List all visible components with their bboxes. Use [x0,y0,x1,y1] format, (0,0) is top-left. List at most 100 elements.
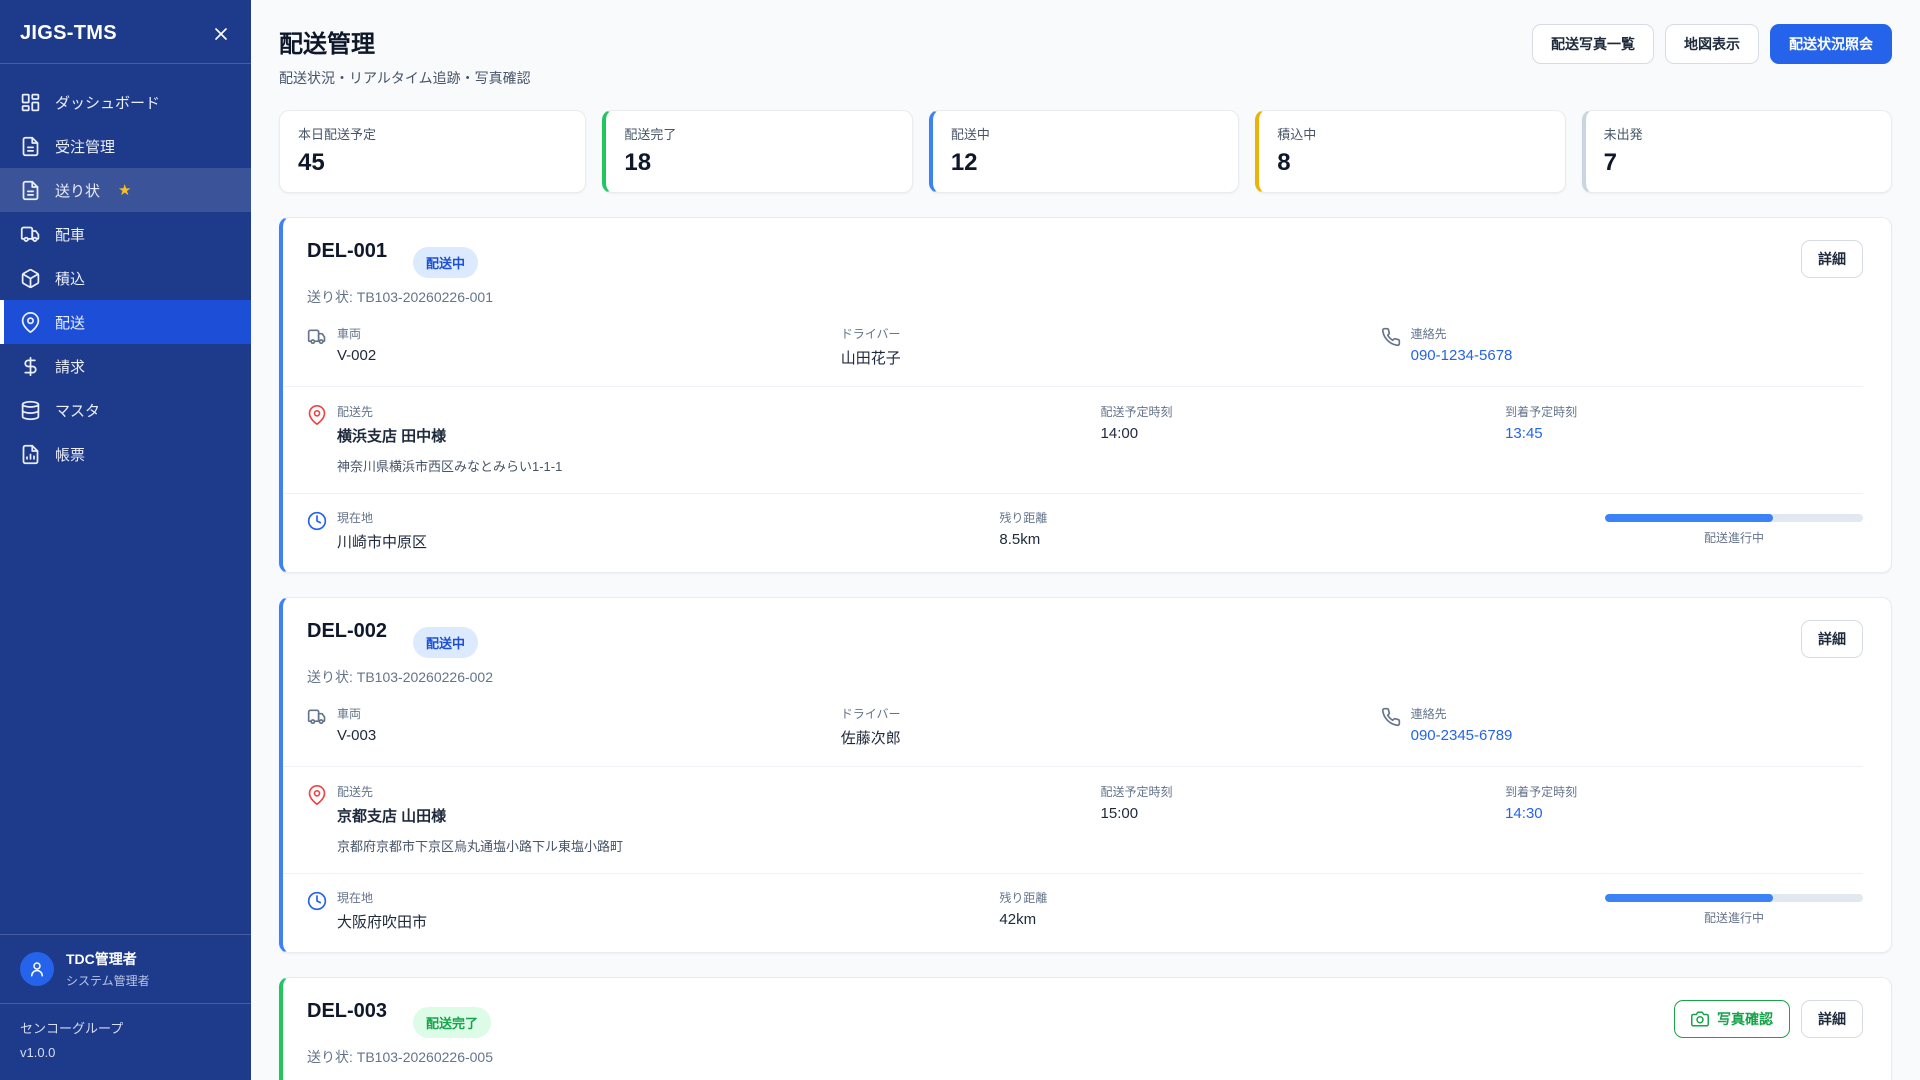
phone-icon [1381,325,1401,364]
current-location-value: 大阪府吹田市 [337,911,427,932]
destination-value: 横浜支店 田中様 [337,425,562,446]
camera-icon [1691,1010,1709,1028]
scheduled-time-value: 14:00 [1101,425,1506,442]
stat-card-not-departed: 未出発 7 [1582,110,1892,193]
stat-value: 8 [1277,149,1546,177]
sidebar-item-loading[interactable]: 積込 [0,256,251,300]
destination-value: 京都支店 山田様 [337,805,623,826]
progress-bar-fill [1605,514,1773,522]
remaining-distance-label: 残り距離 [999,889,1605,906]
delivery-status-button[interactable]: 配送状況照会 [1770,24,1892,64]
sidebar-item-label: マスタ [55,400,100,421]
remaining-distance-value: 8.5km [999,531,1605,548]
stat-card-in-transit: 配送中 12 [929,110,1239,193]
driver-label: ドライバー [841,325,901,342]
remaining-distance-label: 残り距離 [999,509,1605,526]
package-icon [20,268,41,289]
truck-icon [307,325,327,364]
clock-icon [307,889,327,932]
sidebar-footer: センコーグループ v1.0.0 [0,1003,251,1080]
sidebar-item-label: 配送 [55,312,85,333]
destination-address: 神奈川県横浜市西区みなとみらい1-1-1 [337,456,562,475]
page-subtitle: 配送状況・リアルタイム追跡・写真確認 [279,68,531,88]
clock-icon [307,509,327,552]
document-icon [20,136,41,157]
waybill-number: 送り状: TB103-20260226-001 [307,287,493,307]
contact-label: 連絡先 [1411,325,1513,342]
sidebar-nav: ダッシュボード 受注管理 送り状 ★ 配車 積込 配送 請求 マス [0,64,251,934]
sidebar-item-label: 積込 [55,268,85,289]
main-content: 配送管理 配送状況・リアルタイム追跡・写真確認 配送写真一覧 地図表示 配送状況… [251,0,1920,1080]
stat-value: 18 [624,149,893,177]
sidebar: JIGS-TMS ダッシュボード 受注管理 送り状 ★ 配車 積込 [0,0,251,1080]
sidebar-item-waybill[interactable]: 送り状 ★ [0,168,251,212]
delivery-card-del-002: DEL-002 配送中 送り状: TB103-20260226-002 詳細 車… [279,597,1892,953]
page-header: 配送管理 配送状況・リアルタイム追跡・写真確認 配送写真一覧 地図表示 配送状況… [279,24,1892,88]
scheduled-time-label: 配送予定時刻 [1101,783,1506,800]
stat-card-completed: 配送完了 18 [602,110,912,193]
detail-button[interactable]: 詳細 [1801,240,1863,278]
waybill-number: 送り状: TB103-20260226-002 [307,667,493,687]
sidebar-item-label: 受注管理 [55,136,115,157]
scheduled-time-label: 配送予定時刻 [1101,403,1506,420]
stat-card-loading: 積込中 8 [1255,110,1565,193]
photo-confirm-label: 写真確認 [1717,1009,1773,1029]
map-pin-icon [20,312,41,333]
dashboard-icon [20,92,41,113]
map-pin-icon [307,783,327,855]
sidebar-item-reports[interactable]: 帳票 [0,432,251,476]
delivery-progress: 配送進行中 [1605,509,1863,546]
photo-confirm-button[interactable]: 写真確認 [1674,1000,1790,1038]
destination-label: 配送先 [337,783,623,800]
app-version: v1.0.0 [20,1041,231,1064]
sidebar-item-delivery[interactable]: 配送 [0,300,251,344]
delivery-card-del-003: DEL-003 配送完了 送り状: TB103-20260226-005 写真確… [279,977,1892,1080]
sidebar-item-label: ダッシュボード [55,92,160,113]
stat-label: 配送完了 [624,124,893,143]
driver-value: 山田花子 [841,347,901,368]
stats-row: 本日配送予定 45 配送完了 18 配送中 12 積込中 8 未出発 7 [279,110,1892,193]
vehicle-value: V-003 [337,727,376,744]
vehicle-label: 車両 [337,325,376,342]
contact-label: 連絡先 [1411,705,1513,722]
sidebar-item-master[interactable]: マスタ [0,388,251,432]
sidebar-item-orders[interactable]: 受注管理 [0,124,251,168]
user-block: TDC管理者 システム管理者 [0,934,251,1003]
sidebar-item-dashboard[interactable]: ダッシュボード [0,80,251,124]
status-badge: 配送中 [413,627,478,658]
sidebar-item-billing[interactable]: 請求 [0,344,251,388]
progress-label: 配送進行中 [1605,909,1863,926]
detail-button[interactable]: 詳細 [1801,620,1863,658]
star-icon: ★ [118,181,131,199]
sidebar-item-label: 帳票 [55,444,85,465]
vehicle-label: 車両 [337,705,376,722]
progress-label: 配送進行中 [1605,529,1863,546]
eta-value: 13:45 [1505,425,1863,442]
vehicle-value: V-002 [337,347,376,364]
waybill-number: 送り状: TB103-20260226-005 [307,1047,493,1067]
close-icon[interactable] [211,24,231,44]
contact-phone-link[interactable]: 090-2345-6789 [1411,727,1513,744]
remaining-distance-value: 42km [999,911,1605,928]
map-view-button[interactable]: 地図表示 [1665,24,1759,64]
delivery-photos-button[interactable]: 配送写真一覧 [1532,24,1654,64]
detail-button[interactable]: 詳細 [1801,1000,1863,1038]
truck-icon [20,224,41,245]
eta-value: 14:30 [1505,805,1863,822]
user-name: TDC管理者 [66,949,150,969]
document-icon [20,180,41,201]
driver-label: ドライバー [841,705,901,722]
destination-address: 京都府京都市下京区烏丸通塩小路下ル東塩小路町 [337,836,623,855]
contact-phone-link[interactable]: 090-1234-5678 [1411,347,1513,364]
driver-value: 佐藤次郎 [841,727,901,748]
current-location-value: 川崎市中原区 [337,531,427,552]
user-role: システム管理者 [66,972,150,989]
page-title: 配送管理 [279,24,531,59]
sidebar-item-label: 配車 [55,224,85,245]
destination-label: 配送先 [337,403,562,420]
database-icon [20,400,41,421]
delivery-id: DEL-003 [307,1000,387,1023]
sidebar-item-dispatch[interactable]: 配車 [0,212,251,256]
sidebar-item-label: 送り状 [55,180,100,201]
report-icon [20,444,41,465]
